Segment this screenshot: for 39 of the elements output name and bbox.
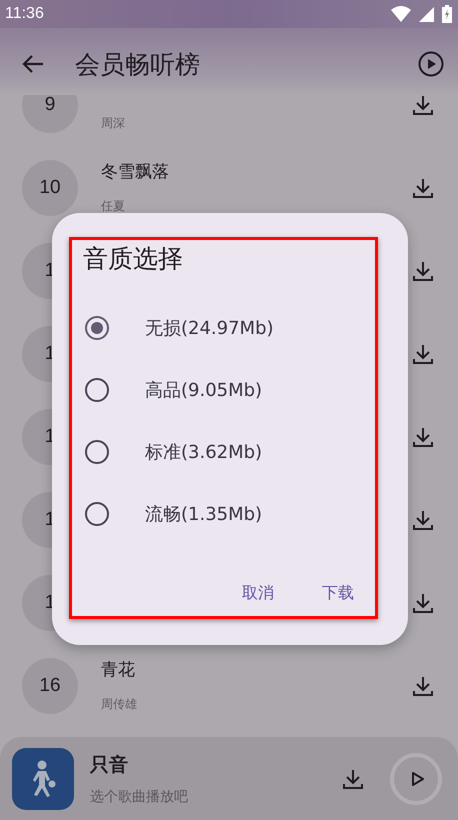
download-button[interactable]: 下载 — [318, 579, 358, 608]
signal-icon — [419, 6, 434, 22]
play-circle-icon[interactable] — [418, 51, 444, 77]
option-label[interactable]: 流畅(1.35Mb) — [145, 502, 262, 526]
wifi-icon — [391, 6, 411, 22]
download-icon[interactable] — [412, 592, 434, 614]
download-icon[interactable] — [412, 176, 434, 198]
battery-icon — [442, 5, 452, 23]
radio-button[interactable] — [85, 502, 109, 526]
cancel-button[interactable]: 取消 — [238, 579, 278, 608]
track-subtitle: 选个歌曲播放吧 — [90, 788, 189, 806]
song-title[interactable]: 冬雪飘落 — [101, 160, 169, 184]
option-label[interactable]: 标准(3.62Mb) — [145, 440, 262, 464]
artist-name: 任夏 — [101, 198, 125, 215]
radio-button[interactable] — [85, 316, 109, 340]
download-icon[interactable] — [412, 260, 434, 282]
radio-button[interactable] — [85, 378, 109, 402]
option-label[interactable]: 无损(24.97Mb) — [145, 316, 274, 340]
clock: 11:36 — [5, 5, 44, 23]
download-icon[interactable] — [342, 768, 364, 790]
play-button[interactable] — [390, 752, 442, 804]
back-arrow-icon[interactable] — [22, 54, 44, 74]
rank-badge: 16 — [22, 658, 78, 714]
download-icon[interactable] — [412, 426, 434, 448]
download-icon[interactable] — [412, 95, 434, 116]
download-icon[interactable] — [412, 342, 434, 364]
song-title[interactable]: 青花 — [101, 658, 135, 682]
download-icon[interactable] — [412, 508, 434, 530]
page-title: 会员畅听榜 — [75, 48, 201, 80]
option-label[interactable]: 高品(9.05Mb) — [145, 378, 262, 402]
download-icon[interactable] — [412, 674, 434, 696]
rank-badge: 10 — [22, 160, 78, 216]
play-icon — [410, 770, 424, 786]
dialog-title: 音质选择 — [82, 243, 184, 275]
artist-name: 周深 — [101, 115, 125, 132]
rank-badge: 9 — [22, 95, 78, 132]
radio-button[interactable] — [85, 440, 109, 464]
track-title: 只音 — [90, 752, 129, 778]
artist-name: 周传雄 — [101, 696, 137, 713]
